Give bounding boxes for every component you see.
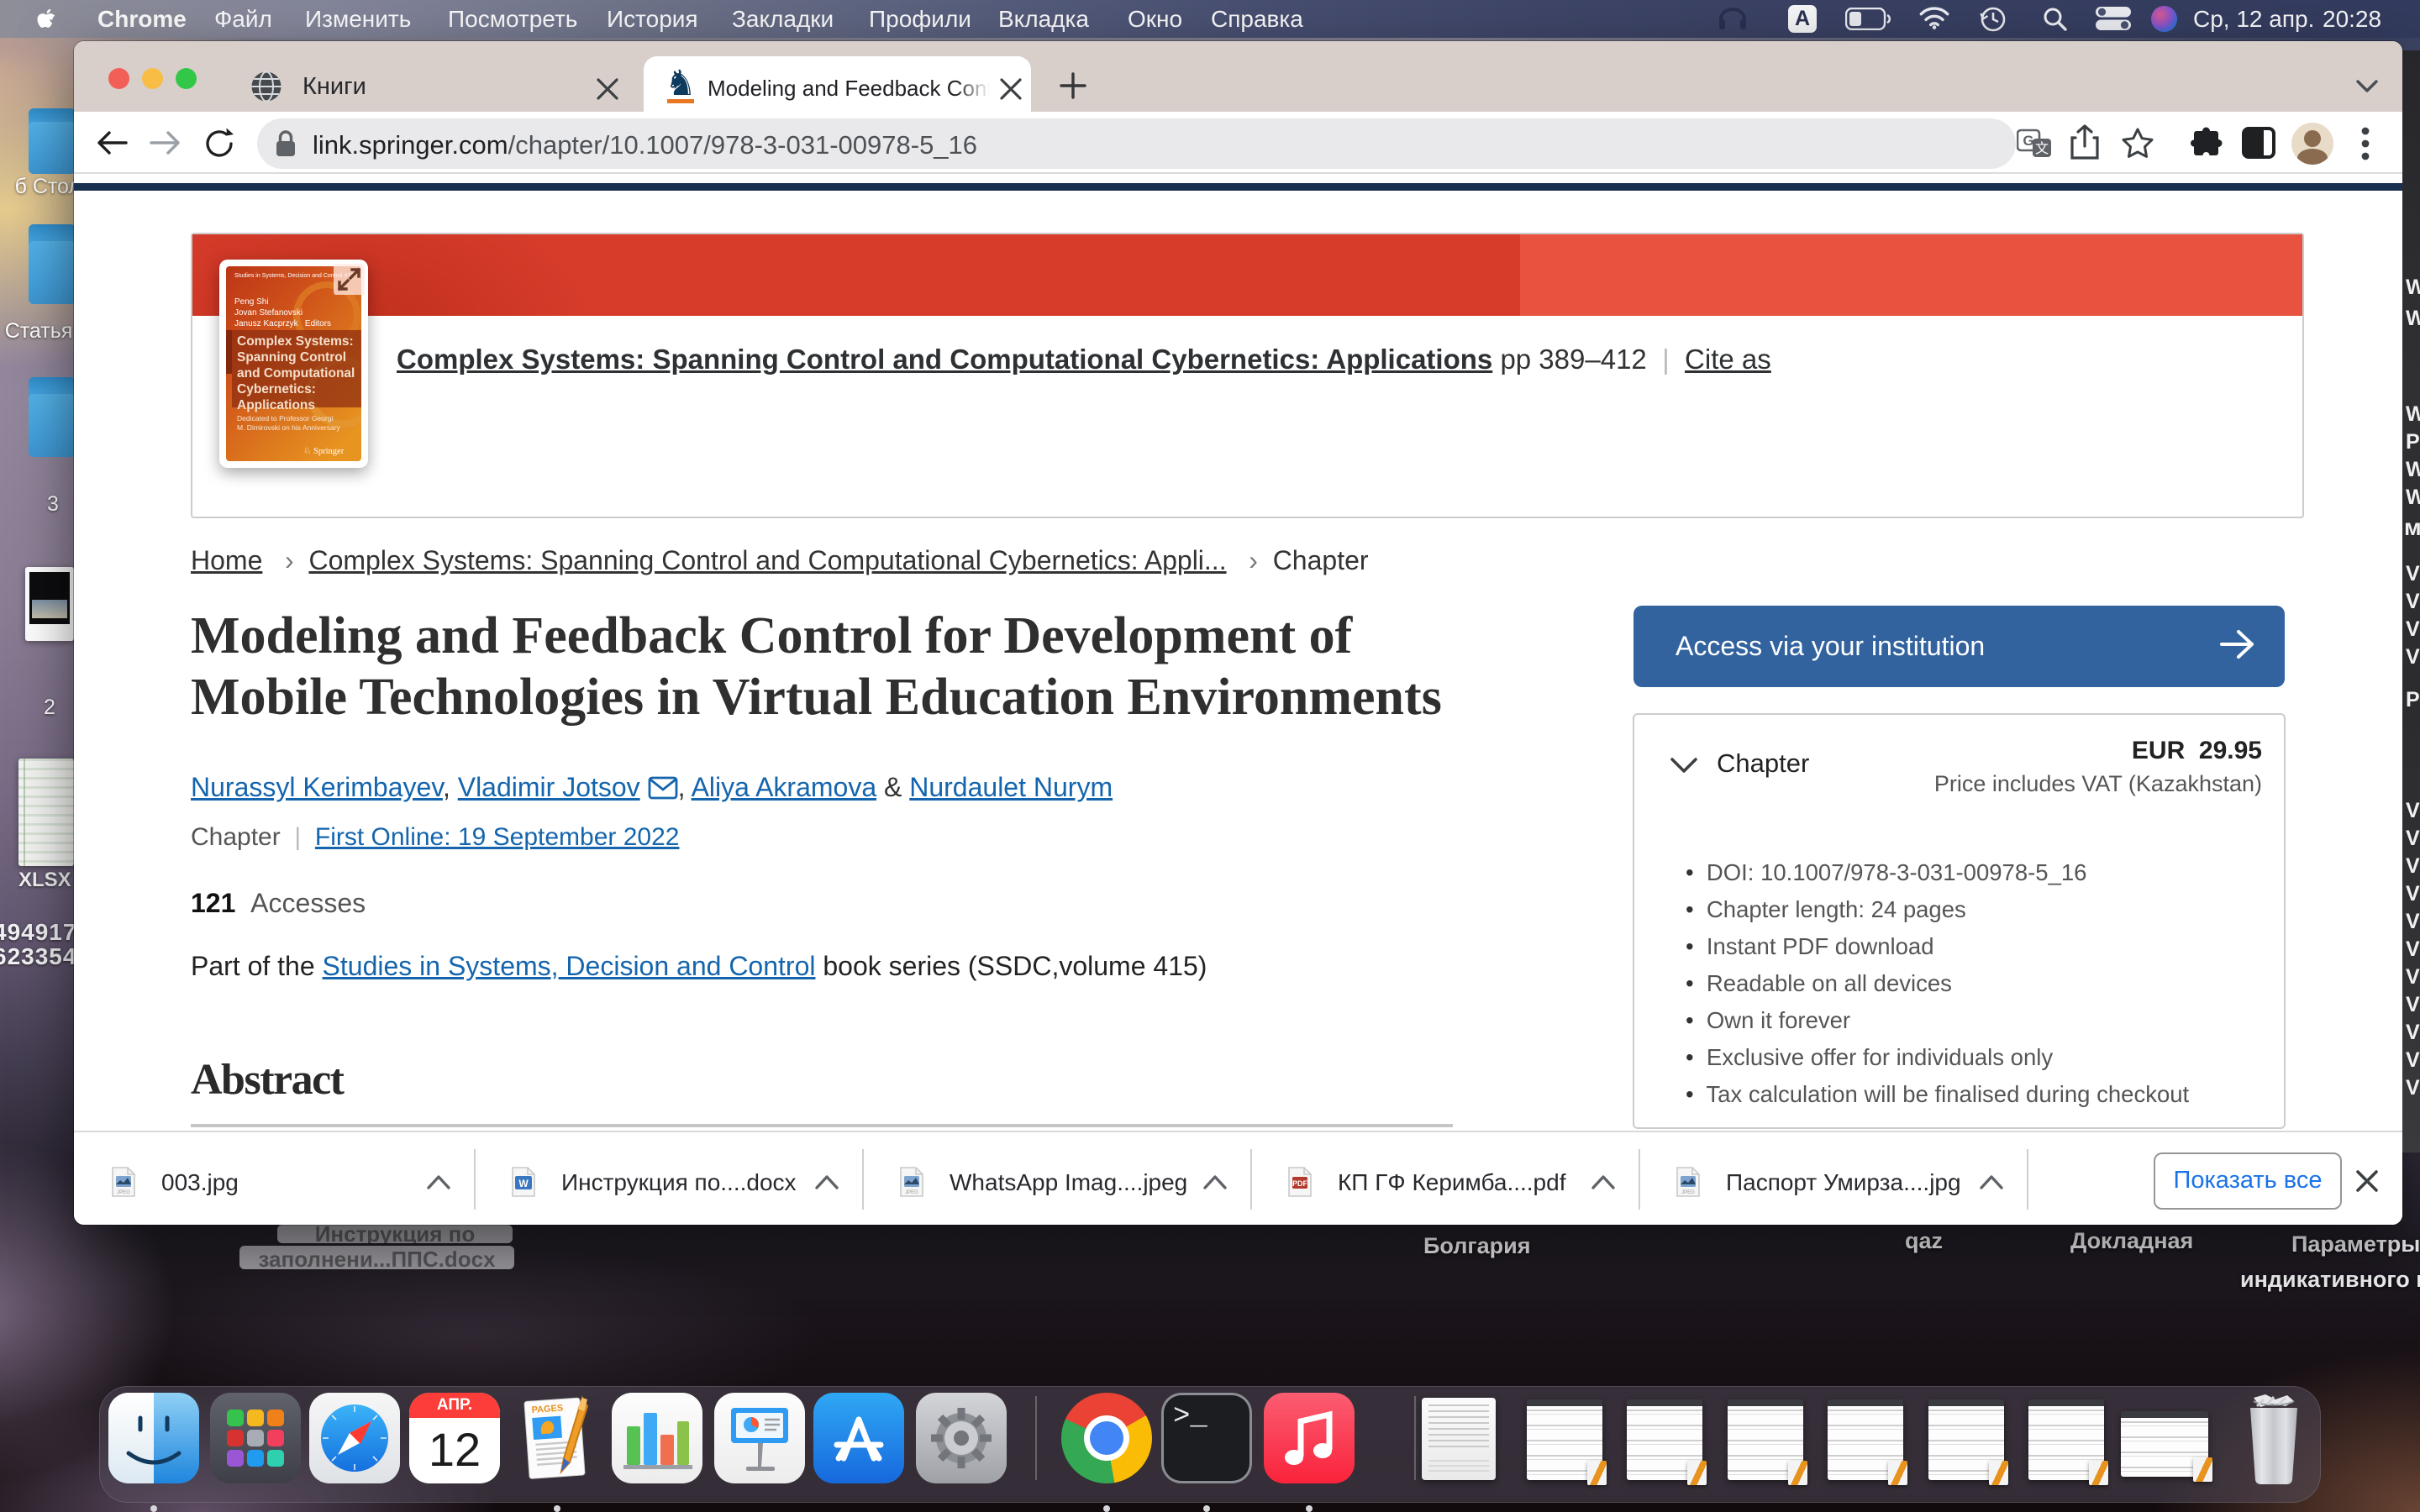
- svg-text:♘ Springer: ♘ Springer: [303, 446, 345, 456]
- svg-text:Janusz Kacprzyk Editors: Janusz Kacprzyk Editors: [234, 319, 331, 328]
- svg-text:Jovan Stefanovski: Jovan Stefanovski: [234, 308, 302, 318]
- svg-text:Cybernetics:: Cybernetics:: [237, 382, 316, 396]
- svg-text:and Computational: and Computational: [237, 366, 355, 381]
- svg-text:Peng Shi: Peng Shi: [234, 297, 269, 307]
- svg-text:Applications: Applications: [237, 398, 315, 412]
- svg-text:M. Dimirovski on his Anniversa: M. Dimirovski on his Anniversary: [237, 423, 341, 432]
- svg-text:W: W: [518, 1178, 529, 1189]
- svg-text:G: G: [2023, 133, 2033, 149]
- svg-text:Complex Systems:: Complex Systems:: [237, 334, 354, 349]
- svg-text:JPEG: JPEG: [905, 1190, 918, 1195]
- svg-text:文: 文: [2035, 141, 2049, 156]
- svg-text:JPEG: JPEG: [1681, 1190, 1695, 1195]
- svg-text:PDF: PDF: [1292, 1179, 1308, 1188]
- svg-text:Dedicated to Professor Georgi: Dedicated to Professor Georgi: [237, 414, 333, 423]
- svg-text:JPEG: JPEG: [117, 1190, 130, 1195]
- svg-text:Spanning Control: Spanning Control: [237, 350, 346, 365]
